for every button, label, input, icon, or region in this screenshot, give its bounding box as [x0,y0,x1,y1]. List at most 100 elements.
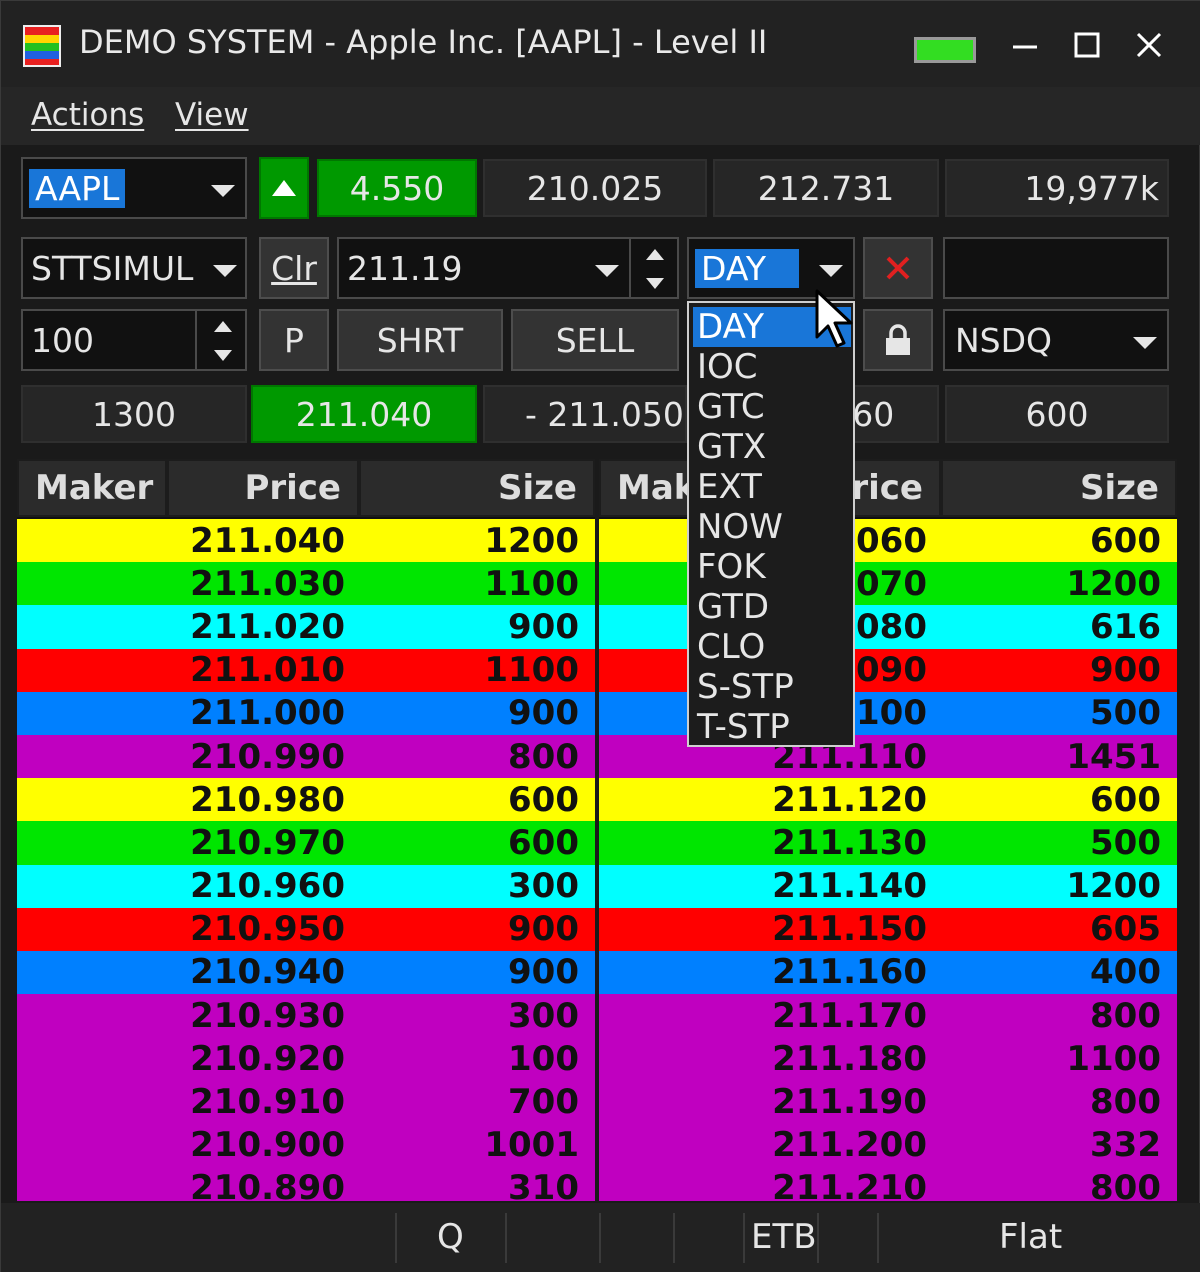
table-row[interactable]: 211.180 1100 [599,1037,1177,1081]
table-row[interactable]: 210.990 800 [17,734,595,779]
table-row[interactable]: 210.970 600 [17,821,595,865]
table-row[interactable]: 211.170 800 [599,994,1177,1038]
tif-option-now[interactable]: NOW [693,507,783,547]
route-combobox[interactable]: NSDQ [943,309,1169,371]
size-cell: 1451 [1066,736,1161,777]
price-cell: 211.190 [772,1082,927,1123]
bid-book-table[interactable]: Maker Price Size 211.040 1200 211.030 1100 2… [17,459,595,1201]
cancel-order-button[interactable] [863,237,933,299]
p-button[interactable]: P [259,309,329,371]
order-info-field[interactable] [943,237,1169,299]
price-cell: 211.140 [772,866,927,907]
table-row[interactable]: 211.080616 [599,605,1177,649]
tif-option-gtx[interactable]: GTX [693,427,766,467]
quantity-stepper[interactable]: 100 [21,309,247,371]
symbol-combobox[interactable]: AAPL [21,157,247,219]
price-input[interactable]: 211.19 [337,237,679,299]
spinner-divider [195,311,197,369]
menu-view[interactable]: View [175,97,249,133]
minimize-button[interactable] [999,19,1051,71]
price-cell: 211.020 [190,606,345,647]
price-cell: 210.970 [190,822,345,863]
table-row[interactable]: 210.910 700 [17,1080,595,1124]
size-cell: 1100 [484,563,579,604]
short-button[interactable]: SHRT [337,309,503,371]
up-tick-indicator [259,157,309,219]
table-row[interactable]: 210.980 600 [17,778,595,822]
table-row[interactable]: 211.040 1200 [17,519,595,563]
tif-option-gtd[interactable]: GTD [693,587,769,627]
tif-option-ext[interactable]: EXT [693,467,762,507]
sell-button[interactable]: SELL [511,309,679,371]
table-row[interactable]: 210.940 900 [17,950,595,995]
window-title: DEMO SYSTEM - Apple Inc. [AAPL] - Level … [79,23,768,61]
table-row[interactable]: 211.130 500 [599,821,1177,865]
table-row[interactable]: 210.950 900 [17,907,595,951]
table-row[interactable]: 211.060600 [599,519,1177,563]
size-cell: 800 [1090,1082,1161,1123]
table-row[interactable]: 211.030 1100 [17,562,595,606]
clear-button[interactable]: Clr [259,237,329,299]
status-separator [395,1213,397,1263]
table-row[interactable]: 210.900 1001 [17,1123,595,1167]
size-cell: 1001 [484,1125,579,1166]
table-row[interactable]: 210.890 310 [17,1166,595,1201]
spin-up-icon[interactable] [643,245,667,265]
title-bar[interactable]: DEMO SYSTEM - Apple Inc. [AAPL] - Level … [1,1,1200,87]
table-row[interactable]: 211.090900 [599,648,1177,692]
status-separator [673,1213,675,1263]
bid-header-price[interactable]: Price [167,459,359,517]
table-row[interactable]: 210.930 300 [17,994,595,1038]
table-row[interactable]: 211.200 332 [599,1123,1177,1167]
table-row[interactable]: 211.210 800 [599,1166,1177,1201]
table-row[interactable]: 211.000 900 [17,691,595,735]
maximize-icon [1074,32,1100,58]
tif-option-gtc[interactable]: GTC [693,387,765,427]
size-cell: 600 [1090,779,1161,820]
table-row[interactable]: 210.920 100 [17,1037,595,1081]
price-cell: 211.130 [772,822,927,863]
size-cell: 400 [1090,952,1161,993]
status-etb: ETB [751,1217,817,1257]
bid-table-header: Maker Price Size [17,459,595,519]
tif-option-t-stp[interactable]: T-STP [693,707,790,747]
tif-option-ioc[interactable]: IOC [693,347,758,387]
tif-option-fok[interactable]: FOK [693,547,766,587]
tif-option-s-stp[interactable]: S-STP [693,667,794,707]
chevron-down-icon [819,265,843,277]
spin-up-icon[interactable] [211,317,235,337]
table-row[interactable]: 211.110 1451 [599,734,1177,779]
bid-header-size[interactable]: Size [359,459,595,517]
table-row[interactable]: 211.020 900 [17,605,595,649]
table-row[interactable]: 211.150 605 [599,907,1177,951]
close-button[interactable] [1123,19,1175,71]
bid-header-maker[interactable]: Maker [17,459,167,517]
table-row[interactable]: 211.120 600 [599,778,1177,822]
lock-icon [886,324,910,355]
close-icon [1136,32,1162,58]
table-row[interactable]: 211.190 800 [599,1080,1177,1124]
ask-header-size[interactable]: Size [941,459,1177,517]
tif-option-clo[interactable]: CLO [693,627,765,667]
table-row[interactable]: 211.010 1100 [17,648,595,692]
tif-dropdown-list[interactable]: DAY IOC GTC GTX EXT NOW FOK GTD CLO S-STP T-STP [687,301,855,747]
account-combobox[interactable]: STTSIMUL [21,237,247,299]
spin-down-icon[interactable] [643,273,667,293]
size-cell: 1200 [1066,866,1161,907]
menu-actions[interactable]: Actions [31,97,144,133]
price-cell: 211.180 [772,1038,927,1079]
status-bar: Q ETB Flat [1,1203,1200,1272]
size-cell: 600 [1090,520,1161,561]
table-row[interactable]: 210.960 300 [17,864,595,908]
size-cell: 900 [508,606,579,647]
price-cell: 210.960 [190,866,345,907]
table-row[interactable]: 211.0701200 [599,562,1177,606]
ask-book-table[interactable]: Maker Price Size 211.060600211.070120021… [599,459,1177,1201]
size-cell: 900 [508,693,579,734]
spin-down-icon[interactable] [211,345,235,365]
maximize-button[interactable] [1061,19,1113,71]
lock-button[interactable] [863,309,933,371]
table-row[interactable]: 211.100500 [599,691,1177,735]
table-row[interactable]: 211.160 400 [599,950,1177,995]
table-row[interactable]: 211.140 1200 [599,864,1177,908]
